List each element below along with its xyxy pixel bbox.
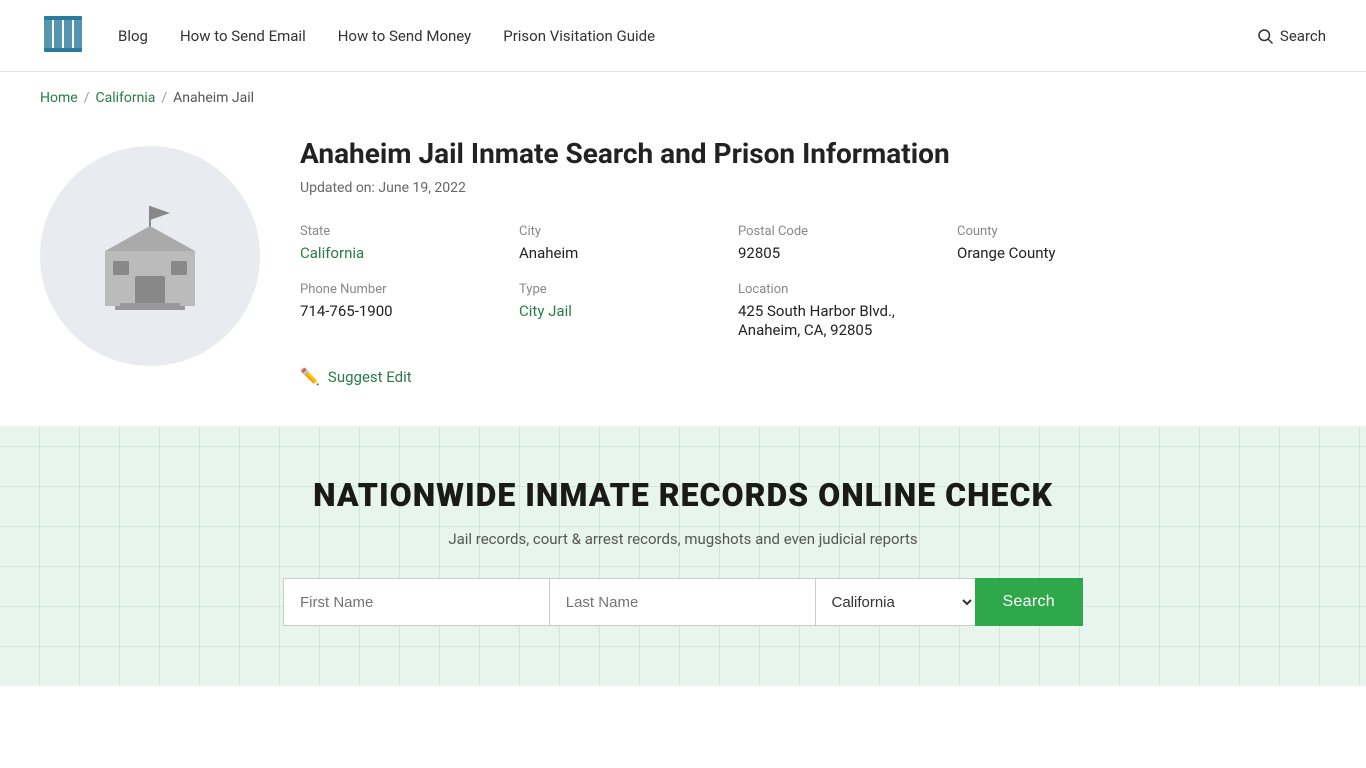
suggest-edit-link[interactable]: ✏️ Suggest Edit	[300, 367, 1160, 386]
updated-date: Updated on: June 19, 2022	[300, 180, 1160, 196]
inmate-search-form: AlabamaAlaskaArizonaArkansasCaliforniaCo…	[283, 578, 1083, 626]
state-cell: State California	[300, 224, 503, 262]
location-cell: Location 425 South Harbor Blvd., Anaheim…	[738, 282, 1160, 339]
state-select[interactable]: AlabamaAlaskaArizonaArkansasCaliforniaCo…	[815, 578, 975, 626]
jail-image	[40, 146, 260, 366]
state-label: State	[300, 224, 503, 239]
postal-cell: Postal Code 92805	[738, 224, 941, 262]
page-title: Anaheim Jail Inmate Search and Prison In…	[300, 136, 1160, 172]
jail-building-icon	[75, 191, 225, 321]
logo[interactable]	[40, 10, 88, 62]
nav-send-email[interactable]: How to Send Email	[180, 27, 306, 45]
location-label: Location	[738, 282, 1160, 297]
main-nav: Blog How to Send Email How to Send Money…	[118, 27, 1256, 45]
breadcrumb-state[interactable]: California	[95, 90, 155, 106]
phone-cell: Phone Number 714-765-1900	[300, 282, 503, 339]
city-cell: City Anaheim	[519, 224, 722, 262]
pencil-icon: ✏️	[300, 367, 320, 386]
county-value: Orange County	[957, 244, 1056, 262]
search-icon	[1256, 27, 1274, 45]
nationwide-title: NATIONWIDE INMATE RECORDS ONLINE CHECK	[40, 476, 1326, 514]
nav-prison-guide[interactable]: Prison Visitation Guide	[503, 27, 655, 45]
city-value: Anaheim	[519, 244, 578, 262]
location-line1: 425 South Harbor Blvd.,	[738, 302, 895, 320]
nav-blog[interactable]: Blog	[118, 27, 148, 45]
info-section: Anaheim Jail Inmate Search and Prison In…	[300, 136, 1160, 386]
header-search[interactable]: Search	[1256, 27, 1326, 45]
breadcrumb-home[interactable]: Home	[40, 90, 78, 106]
breadcrumb-sep1: /	[84, 90, 90, 106]
nationwide-section: NATIONWIDE INMATE RECORDS ONLINE CHECK J…	[0, 426, 1366, 686]
nationwide-subtitle: Jail records, court & arrest records, mu…	[40, 530, 1326, 548]
postal-value: 92805	[738, 244, 780, 262]
breadcrumb: Home / California / Anaheim Jail	[0, 72, 1366, 116]
search-button[interactable]: Search	[975, 578, 1084, 626]
postal-label: Postal Code	[738, 224, 941, 239]
breadcrumb-sep2: /	[161, 90, 167, 106]
city-label: City	[519, 224, 722, 239]
breadcrumb-current: Anaheim Jail	[173, 90, 254, 106]
state-value[interactable]: California	[300, 244, 364, 262]
county-label: County	[957, 224, 1160, 239]
phone-label: Phone Number	[300, 282, 503, 297]
last-name-input[interactable]	[549, 578, 815, 626]
suggest-edit-label: Suggest Edit	[328, 368, 412, 386]
info-grid: State California City Anaheim Postal Cod…	[300, 224, 1160, 339]
type-cell: Type City Jail	[519, 282, 722, 339]
nav-send-money[interactable]: How to Send Money	[338, 27, 472, 45]
first-name-input[interactable]	[283, 578, 549, 626]
phone-value: 714-765-1900	[300, 302, 393, 320]
type-label: Type	[519, 282, 722, 297]
county-cell: County Orange County	[957, 224, 1160, 262]
location-line2: Anaheim, CA, 92805	[738, 321, 872, 339]
type-value[interactable]: City Jail	[519, 302, 572, 320]
main-content: Anaheim Jail Inmate Search and Prison In…	[0, 116, 1200, 426]
search-label: Search	[1280, 27, 1326, 45]
site-header: Blog How to Send Email How to Send Money…	[0, 0, 1366, 72]
